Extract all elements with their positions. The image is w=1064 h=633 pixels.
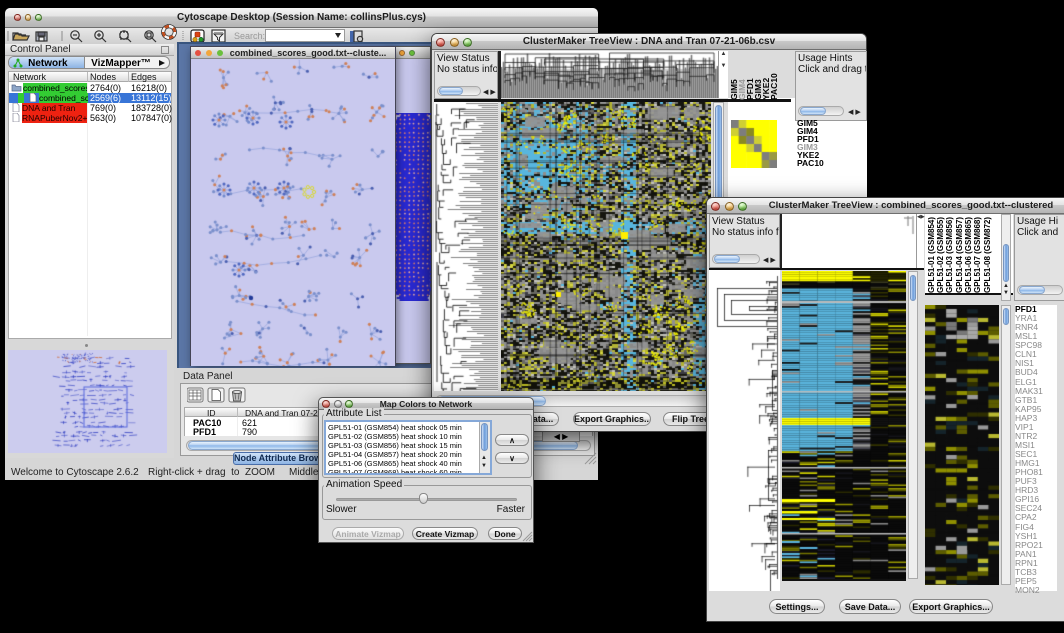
svg-text:Search:: Search:	[234, 31, 265, 41]
